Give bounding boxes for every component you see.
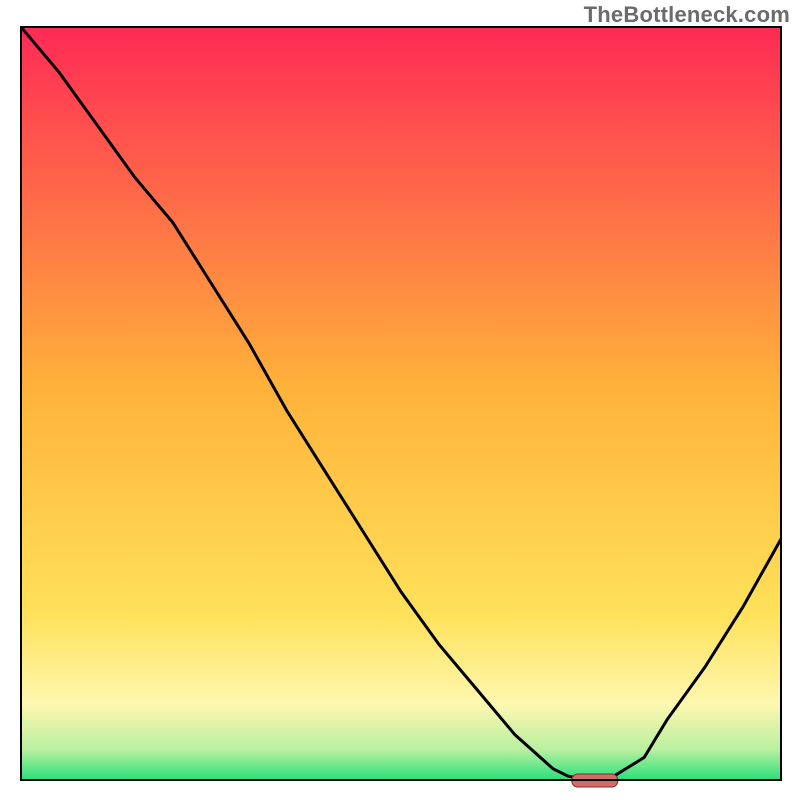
chart-stage: TheBottleneck.com [0,0,800,800]
bottleneck-chart [0,0,800,800]
watermark-text: TheBottleneck.com [584,2,790,28]
gradient-background [21,27,781,780]
